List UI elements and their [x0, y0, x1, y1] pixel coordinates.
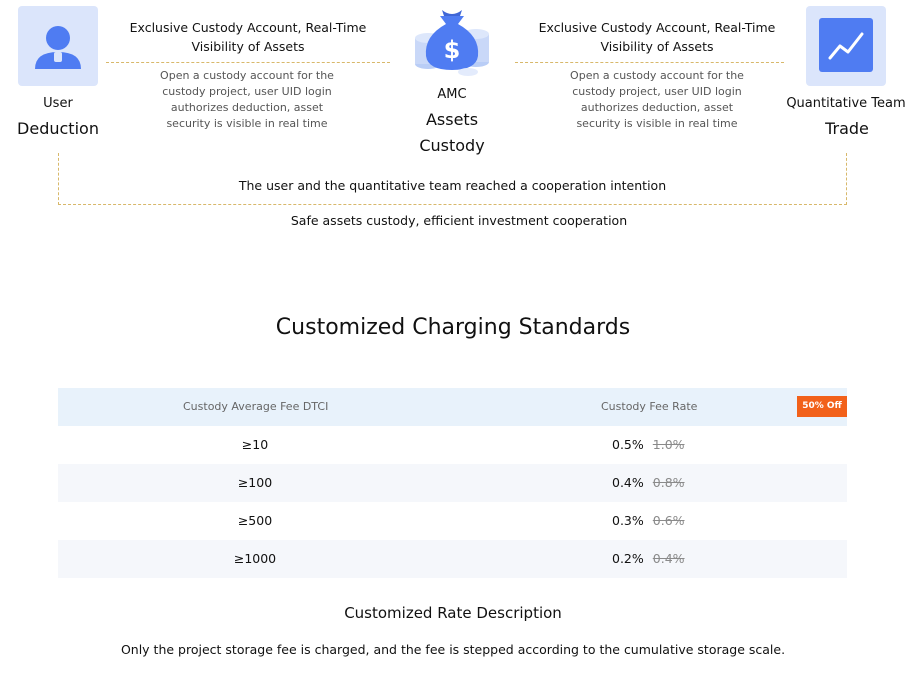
- tier-cell: ≥1000: [233, 551, 277, 566]
- original-rate: 0.8%: [652, 475, 685, 490]
- center-org-label: AMC: [437, 87, 467, 102]
- cooperation-bracket: The user and the quantitative team reach…: [58, 153, 847, 205]
- left-panel-description: Open a custody account for the custody p…: [160, 69, 334, 130]
- table-header: Custody Average Fee DTCI Custody Fee Rat…: [58, 388, 847, 426]
- chart-trend-icon: [819, 18, 873, 72]
- original-rate: 0.4%: [652, 551, 685, 566]
- current-rate: 0.3%: [612, 513, 644, 528]
- column-header-rate: Custody Fee Rate: [601, 400, 698, 413]
- column-header-dtci: Custody Average Fee DTCI: [183, 400, 329, 413]
- team-action-label: Trade: [825, 119, 869, 138]
- left-divider: [106, 62, 390, 63]
- trade-icon-tile: [806, 6, 886, 86]
- rate-cell: 0.2% 0.4%: [612, 551, 685, 566]
- tier-cell: ≥100: [237, 475, 273, 490]
- table-row: ≥10 0.5% 1.0%: [58, 426, 847, 464]
- tier-cell: ≥10: [241, 437, 269, 452]
- user-label: User: [43, 96, 73, 111]
- table-row: ≥1000 0.2% 0.4%: [58, 540, 847, 578]
- right-panel-title: Exclusive Custody Account, Real-Time Vis…: [538, 20, 776, 54]
- section-title: Customized Charging Standards: [275, 315, 631, 340]
- center-assets-label: Assets: [425, 110, 479, 129]
- original-rate: 0.6%: [652, 513, 685, 528]
- current-rate: 0.5%: [612, 437, 644, 452]
- rate-cell: 0.4% 0.8%: [612, 475, 685, 490]
- rate-description-title: Customized Rate Description: [344, 604, 562, 622]
- money-bag-icon: $: [408, 2, 496, 78]
- rate-cell: 0.5% 1.0%: [612, 437, 685, 452]
- user-icon: [35, 26, 81, 69]
- table-row: ≥100 0.4% 0.8%: [58, 464, 847, 502]
- svg-text:$: $: [444, 36, 461, 64]
- original-rate: 1.0%: [652, 437, 685, 452]
- current-rate: 0.4%: [612, 475, 644, 490]
- discount-badge: 50% Off: [797, 396, 847, 417]
- user-action-label: Deduction: [17, 119, 99, 138]
- rate-description-text: Only the project storage fee is charged,…: [120, 642, 786, 657]
- team-label: Quantitative Team: [786, 96, 906, 111]
- right-divider: [515, 62, 784, 63]
- user-icon-tile: [18, 6, 98, 86]
- fee-table: Custody Average Fee DTCI Custody Fee Rat…: [58, 388, 847, 578]
- rate-cell: 0.3% 0.6%: [612, 513, 685, 528]
- current-rate: 0.2%: [612, 551, 644, 566]
- tier-cell: ≥500: [237, 513, 273, 528]
- safe-custody-text: Safe assets custody, efficient investmen…: [290, 213, 628, 228]
- left-panel-title: Exclusive Custody Account, Real-Time Vis…: [129, 20, 367, 54]
- cooperation-text: The user and the quantitative team reach…: [238, 178, 667, 193]
- table-row: ≥500 0.3% 0.6%: [58, 502, 847, 540]
- right-panel-description: Open a custody account for the custody p…: [570, 69, 744, 130]
